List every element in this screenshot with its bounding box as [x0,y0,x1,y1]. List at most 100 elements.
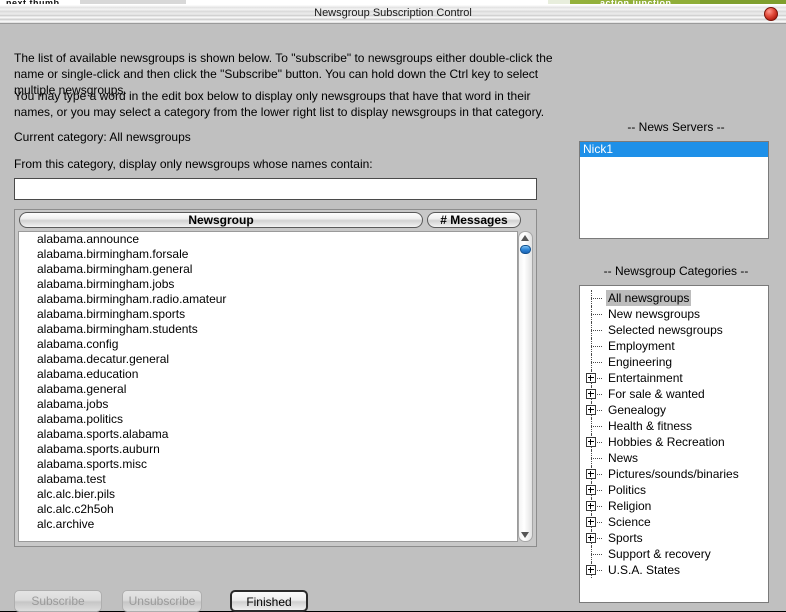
title-bar[interactable]: Newsgroup Subscription Control [0,5,786,24]
newsgroup-list-item[interactable]: alabama.birmingham.students [19,322,517,337]
newsgroup-list-item[interactable]: alabama.politics [19,412,517,427]
newsgroup-subscription-dialog: Newsgroup Subscription Control The list … [0,4,786,612]
category-tree-label: Support & recovery [608,547,711,561]
category-tree-label: Entertainment [608,371,683,385]
category-tree-label: All newsgroups [606,290,692,306]
newsgroup-list-item[interactable]: alabama.jobs [19,397,517,412]
window-title: Newsgroup Subscription Control [314,7,472,19]
newsgroup-column-headers: Newsgroup # Messages [15,210,536,230]
category-tree-label: Sports [608,531,643,545]
expand-plus-icon[interactable] [586,469,596,479]
category-tree-row[interactable]: U.S.A. States [580,562,768,578]
category-tree-row[interactable]: Support & recovery [580,546,768,562]
newsgroup-list-item[interactable]: alabama.birmingham.radio.amateur [19,292,517,307]
triangle-down-icon[interactable] [521,532,529,538]
category-tree-row[interactable]: All newsgroups [580,290,768,306]
category-tree-row[interactable]: Religion [580,498,768,514]
newsgroup-list-item[interactable]: alabama.sports.alabama [19,427,517,442]
category-tree-row[interactable]: Entertainment [580,370,768,386]
newsgroup-filter-input[interactable] [14,178,537,200]
newsgroup-list-item[interactable]: alabama.education [19,367,517,382]
category-tree-row[interactable]: Employment [580,338,768,354]
tree-line [591,298,602,300]
newsgroup-list-item[interactable]: alabama.general [19,382,517,397]
tree-line [591,314,602,316]
dialog-client-area: The list of available newsgroups is show… [0,24,786,612]
expand-plus-icon[interactable] [586,437,596,447]
category-tree-label: Health & fitness [608,419,693,433]
triangle-up-icon[interactable] [521,235,529,241]
category-tree-row[interactable]: Genealogy [580,402,768,418]
column-header-newsgroup[interactable]: Newsgroup [19,212,423,228]
category-tree-label: Genealogy [608,403,667,417]
tree-line [591,346,602,348]
category-tree-label: Employment [608,339,675,353]
expand-plus-icon[interactable] [586,485,596,495]
category-tree-row[interactable]: New newsgroups [580,306,768,322]
category-tree-label: Politics [608,483,647,497]
category-tree-row[interactable]: For sale & wanted [580,386,768,402]
newsgroup-list-scrollbar[interactable] [518,231,533,542]
newsgroup-list-item[interactable]: alabama.config [19,337,517,352]
newsgroup-list-item[interactable]: alabama.announce [19,232,517,247]
newsgroup-categories-caption: -- Newsgroup Categories -- [603,264,749,278]
category-tree-row[interactable]: Politics [580,482,768,498]
category-tree-label: For sale & wanted [608,387,705,401]
finished-button[interactable]: Finished [230,590,308,612]
newsgroup-list-item[interactable]: alabama.sports.auburn [19,442,517,457]
category-tree-label: New newsgroups [608,307,701,321]
newsgroup-list-item[interactable]: alabama.decatur.general [19,352,517,367]
newsgroup-list-item[interactable]: alabama.sports.misc [19,457,517,472]
column-header-messages[interactable]: # Messages [427,212,521,228]
tree-line [591,330,602,332]
category-tree-label: Selected newsgroups [608,323,723,337]
news-servers-caption: -- News Servers -- [627,120,725,134]
category-tree-row[interactable]: Selected newsgroups [580,322,768,338]
newsgroup-list-item[interactable]: alabama.birmingham.general [19,262,517,277]
newsgroup-list-item[interactable]: alc.archive [19,517,517,532]
tree-line [591,426,602,428]
newsgroup-list-item[interactable]: alabama.birmingham.sports [19,307,517,322]
expand-plus-icon[interactable] [586,389,596,399]
category-tree-label: Religion [608,499,652,513]
category-tree-row[interactable]: News [580,450,768,466]
category-tree-label: Hobbies & Recreation [608,435,725,449]
instructions-paragraph-2: You may type a word in the edit box belo… [14,89,545,119]
unsubscribe-button[interactable]: Unsubscribe [122,590,202,612]
tree-line [591,458,602,460]
current-category-label: Current category: All newsgroups [14,130,191,144]
news-servers-listbox[interactable]: Nick1 [579,141,769,239]
newsgroup-list-item[interactable]: alc.alc.c2h5oh [19,502,517,517]
category-tree-label: Pictures/sounds/binaries [608,467,739,481]
category-tree-row[interactable]: Science [580,514,768,530]
close-icon[interactable] [764,7,778,21]
category-tree-label: Engineering [608,355,673,369]
newsgroup-list-item[interactable]: alabama.birmingham.forsale [19,247,517,262]
newsgroup-list-item[interactable]: alabama.test [19,472,517,487]
category-tree-row[interactable]: Sports [580,530,768,546]
category-tree-label: News [608,451,639,465]
expand-plus-icon[interactable] [586,373,596,383]
scrollbar-thumb[interactable] [520,245,531,254]
subscribe-button[interactable]: Subscribe [14,590,102,612]
category-tree-row[interactable]: Hobbies & Recreation [580,434,768,450]
filter-label: From this category, display only newsgro… [14,157,373,171]
newsgroup-listbox[interactable]: alabama.announce alabama.birmingham.forsa… [18,231,518,542]
news-server-item[interactable]: Nick1 [580,142,768,157]
category-tree-label: U.S.A. States [608,563,681,577]
category-tree-label: Science [608,515,651,529]
newsgroup-list-panel: Newsgroup # Messages alabama.announce ala… [14,209,537,547]
expand-plus-icon[interactable] [586,517,596,527]
expand-plus-icon[interactable] [586,405,596,415]
tree-line [591,362,602,364]
category-tree-row[interactable]: Health & fitness [580,418,768,434]
expand-plus-icon[interactable] [586,565,596,575]
newsgroup-list-item[interactable]: alc.alc.bier.pils [19,487,517,502]
category-tree-row[interactable]: Engineering [580,354,768,370]
newsgroup-categories-tree[interactable]: All newsgroups New newsgroups Selected new… [579,285,769,603]
expand-plus-icon[interactable] [586,501,596,511]
newsgroup-list-item[interactable]: alabama.birmingham.jobs [19,277,517,292]
tree-line [591,554,602,556]
category-tree-row[interactable]: Pictures/sounds/binaries [580,466,768,482]
expand-plus-icon[interactable] [586,533,596,543]
